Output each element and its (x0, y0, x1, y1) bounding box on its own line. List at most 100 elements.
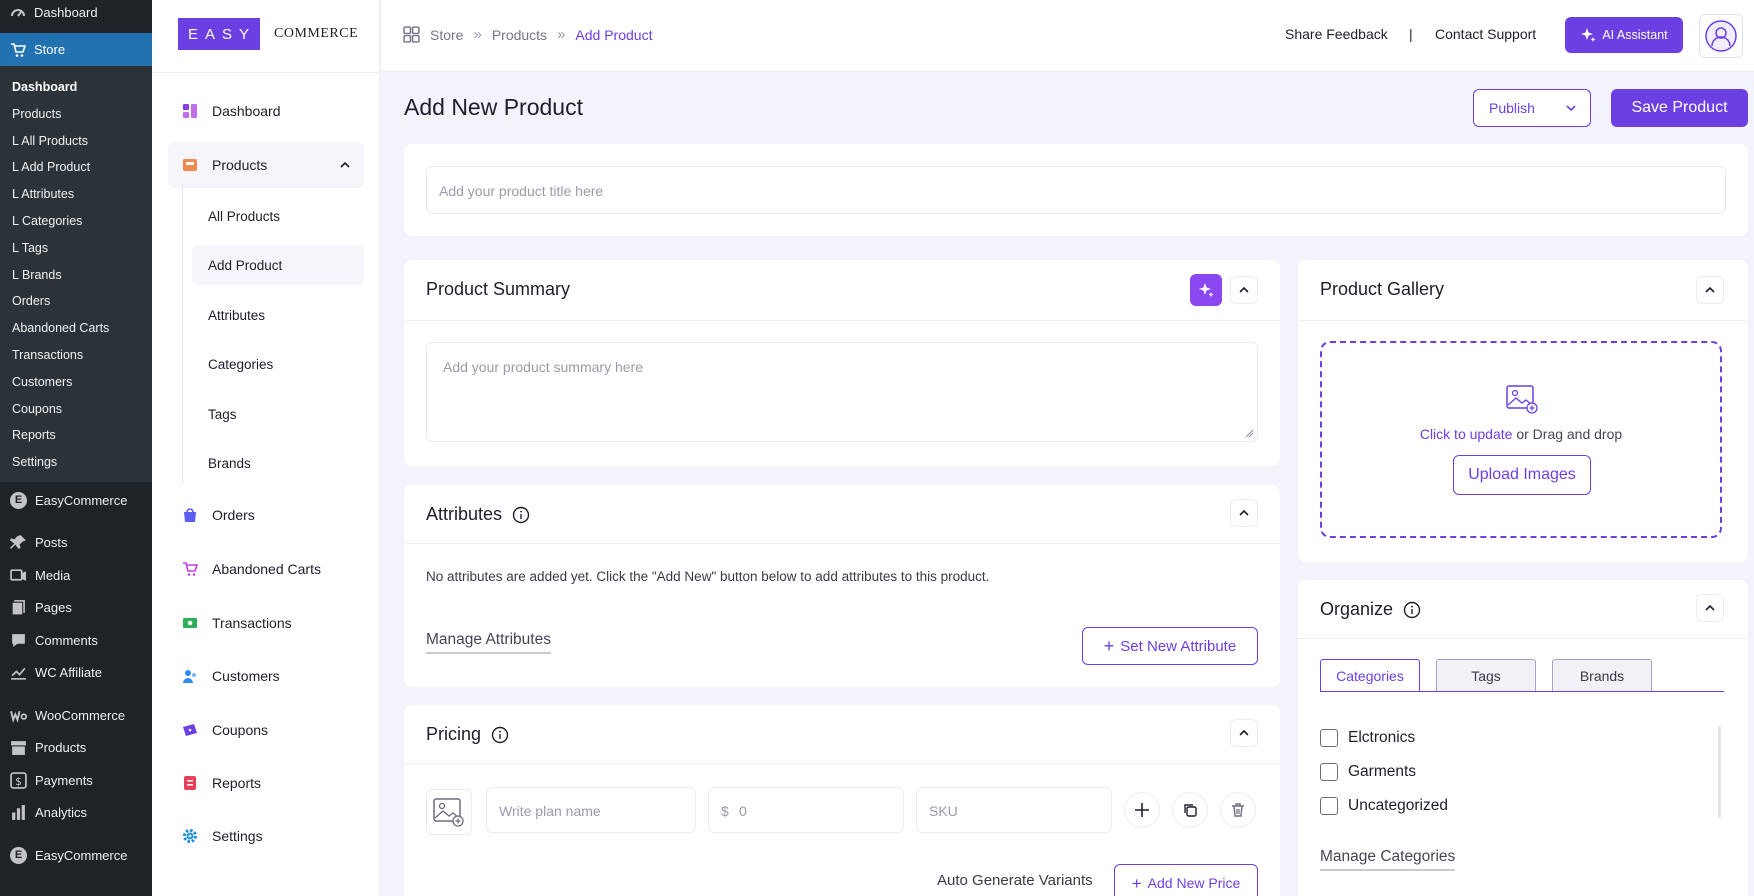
plan-name-input[interactable]: Write plan name (486, 787, 696, 833)
category-option[interactable]: Uncategorized (1320, 797, 1448, 815)
wp-menu-products[interactable]: Products (0, 731, 152, 764)
wp-menu-comments[interactable]: Comments (0, 624, 152, 657)
easycommerce-icon: E (10, 491, 27, 509)
sku-input[interactable]: SKU (916, 787, 1112, 833)
wp-sub-brands[interactable]: L Brands (0, 262, 152, 289)
sidebar-item-reports[interactable]: Reports (168, 760, 364, 806)
collapse-button[interactable] (1230, 719, 1258, 747)
trash-icon (1232, 803, 1244, 817)
wp-menu-pages[interactable]: Pages (0, 591, 152, 624)
sidebar-item-orders[interactable]: Orders (168, 492, 364, 538)
checkbox[interactable] (1320, 729, 1338, 747)
logo[interactable]: EASY COMMERCE (178, 18, 358, 50)
product-title-input[interactable]: Add your product title here (426, 166, 1726, 214)
collapse-button[interactable] (1696, 594, 1724, 622)
breadcrumb-products[interactable]: Products (492, 27, 547, 43)
product-summary-textarea[interactable]: Add your product summary here (426, 342, 1258, 442)
wp-sub-attributes[interactable]: L Attributes (0, 181, 152, 208)
wp-menu-woocommerce[interactable]: WooCommerce (0, 699, 152, 732)
set-new-attribute-button[interactable]: + Set New Attribute (1082, 627, 1258, 665)
wp-sub-orders[interactable]: Orders (0, 288, 152, 315)
gear-icon (183, 829, 197, 843)
ai-assistant-button[interactable]: AI Assistant (1565, 17, 1683, 53)
wp-sub-coupons[interactable]: Coupons (0, 396, 152, 423)
wp-menu-analytics[interactable]: Analytics (0, 796, 152, 829)
wp-sub-settings[interactable]: Settings (0, 449, 152, 476)
wp-sub-transactions[interactable]: Transactions (0, 342, 152, 369)
checkbox[interactable] (1320, 763, 1338, 781)
collapse-button[interactable] (1696, 276, 1724, 304)
sidebar-sub-all-products[interactable]: All Products (192, 196, 364, 236)
manage-categories-link[interactable]: Manage Categories (1320, 848, 1456, 871)
info-icon[interactable] (1403, 601, 1421, 619)
checkbox[interactable] (1320, 797, 1338, 815)
wp-sub-all-products[interactable]: L All Products (0, 128, 152, 155)
ai-generate-button[interactable] (1190, 274, 1222, 306)
wp-menu-store[interactable]: Store (0, 33, 152, 66)
wp-store-submenu: Dashboard Products L All Products L Add … (0, 66, 152, 482)
wp-sub-abandoned-carts[interactable]: Abandoned Carts (0, 315, 152, 342)
contact-support-link[interactable]: Contact Support (1435, 26, 1536, 42)
category-option[interactable]: Garments (1320, 763, 1416, 781)
wp-menu-posts[interactable]: Posts (0, 526, 152, 559)
media-icon (10, 569, 26, 581)
wp-sub-add-product[interactable]: L Add Product (0, 154, 152, 181)
chevron-up-icon[interactable] (338, 158, 352, 172)
save-product-button[interactable]: Save Product (1611, 89, 1748, 127)
tab-categories[interactable]: Categories (1320, 659, 1420, 691)
add-new-price-button[interactable]: + Add New Price (1114, 864, 1258, 896)
sidebar-item-settings[interactable]: Settings (168, 813, 364, 859)
resize-handle-icon[interactable] (1245, 429, 1254, 438)
tab-brands[interactable]: Brands (1552, 659, 1652, 691)
sidebar-sub-categories[interactable]: Categories (192, 344, 364, 384)
collapse-button[interactable] (1230, 276, 1258, 304)
wp-sub-tags[interactable]: L Tags (0, 235, 152, 262)
sidebar-item-abandoned-carts[interactable]: Abandoned Carts (168, 546, 364, 592)
organize-card: Organize Categories Tags Brands Elctroni… (1298, 580, 1748, 896)
breadcrumb-store[interactable]: Store (430, 27, 463, 43)
wp-menu-media[interactable]: Media (0, 559, 152, 592)
category-label: Garments (1348, 763, 1417, 780)
scrollbar[interactable] (1718, 726, 1721, 818)
publish-select[interactable]: Publish (1473, 89, 1591, 127)
sidebar-item-coupons[interactable]: Coupons (168, 707, 364, 753)
sidebar-sub-tags[interactable]: Tags (192, 394, 364, 434)
wp-menu-easycommerce-bottom[interactable]: E EasyCommerce (0, 839, 152, 872)
duplicate-plan-button[interactable] (1172, 792, 1208, 828)
upload-images-button[interactable]: Upload Images (1453, 455, 1591, 495)
info-icon[interactable] (491, 726, 509, 744)
wp-sub-reports[interactable]: Reports (0, 422, 152, 449)
sidebar-sub-attributes[interactable]: Attributes (192, 295, 364, 335)
add-plan-button[interactable] (1124, 792, 1160, 828)
wp-menu-label: Comments (35, 632, 98, 648)
wp-sub-products[interactable]: Products (0, 101, 152, 128)
sidebar-item-products[interactable]: Products (168, 142, 364, 188)
wp-sub-dashboard[interactable]: Dashboard (0, 74, 152, 101)
wp-menu-easycommerce[interactable]: E EasyCommerce (0, 484, 152, 517)
dropzone-text: Click to update or Drag and drop (1322, 426, 1720, 442)
sidebar-sub-add-product[interactable]: Add Product (192, 245, 364, 285)
auto-generate-variants-link[interactable]: Auto Generate Variants (937, 872, 1093, 889)
manage-attributes-link[interactable]: Manage Attributes (426, 631, 551, 654)
price-input[interactable]: $ 0 (708, 787, 904, 833)
collapse-button[interactable] (1230, 499, 1258, 527)
share-feedback-link[interactable]: Share Feedback (1285, 26, 1388, 42)
sidebar-item-transactions[interactable]: Transactions (168, 600, 364, 646)
delete-plan-button[interactable] (1220, 792, 1256, 828)
wp-menu-dashboard[interactable]: Dashboard (0, 0, 152, 24)
category-option[interactable]: Elctronics (1320, 729, 1415, 747)
plan-image-picker[interactable] (426, 789, 472, 835)
info-icon[interactable] (512, 506, 530, 524)
wp-menu-wc-affiliate[interactable]: WC Affiliate (0, 656, 152, 689)
wp-sub-categories[interactable]: L Categories (0, 208, 152, 235)
click-to-update-link[interactable]: Click to update (1420, 426, 1513, 442)
image-dropzone[interactable]: Click to update or Drag and drop Upload … (1320, 341, 1722, 538)
sidebar-item-dashboard[interactable]: Dashboard (168, 88, 364, 134)
wp-menu-payments[interactable]: $ Payments (0, 764, 152, 797)
sidebar-item-customers[interactable]: Customers (168, 653, 364, 699)
wp-sub-customers[interactable]: Customers (0, 369, 152, 396)
tab-tags[interactable]: Tags (1436, 659, 1536, 691)
sidebar-sub-brands[interactable]: Brands (192, 443, 364, 483)
gauge-icon (11, 9, 25, 17)
avatar[interactable] (1699, 14, 1743, 58)
